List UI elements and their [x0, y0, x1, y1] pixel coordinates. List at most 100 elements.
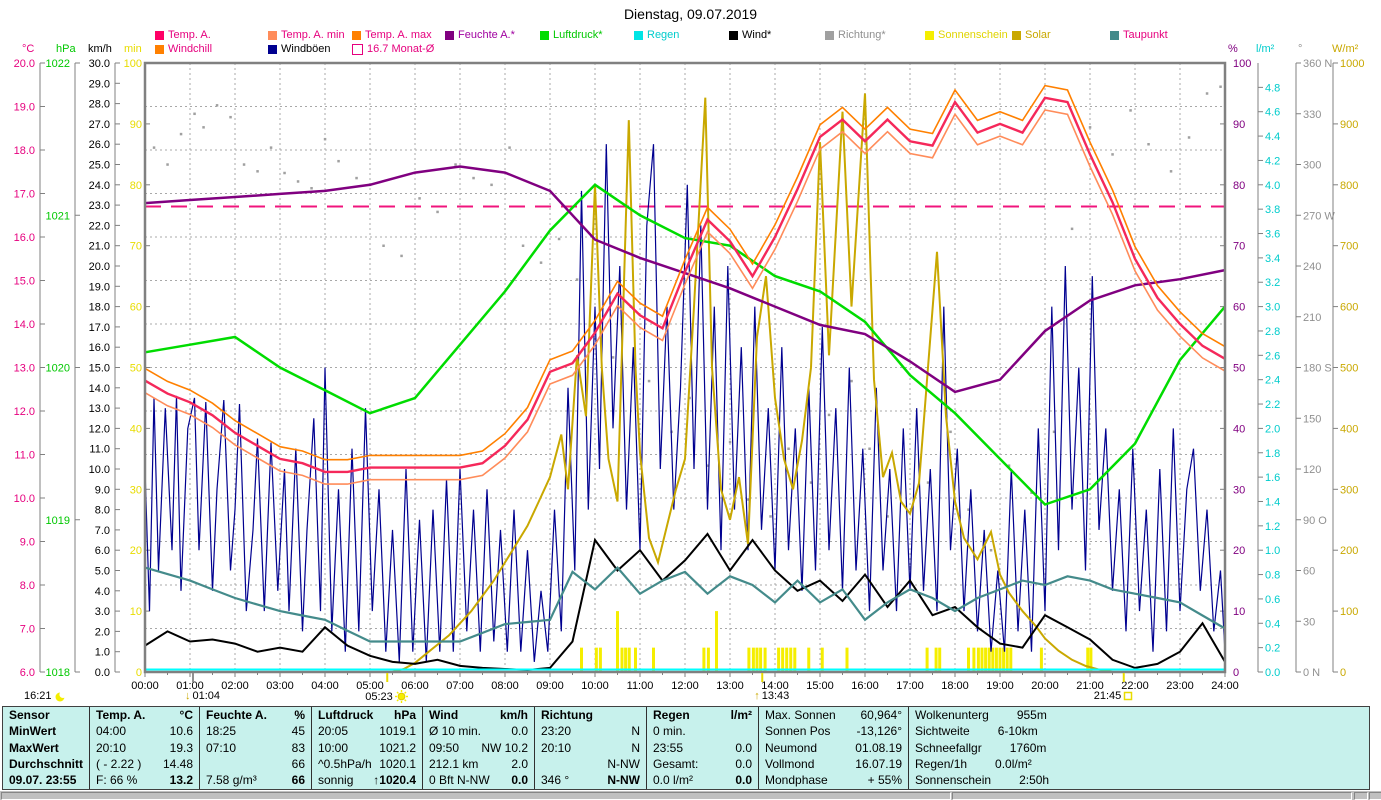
sunshine-bar — [1009, 647, 1013, 672]
axis-tick-label: 0 — [1340, 667, 1346, 679]
weather-chart: 6.0 7.0 8.0 9.0 10.0 11.0 12.0 13.0 14.0 15.0 16.0… — [14, 43, 1365, 692]
x-axis-label: 11:00 — [627, 680, 654, 692]
axis-tick-label: 14.0 — [89, 383, 110, 395]
axis-tick-label: 3.8 — [1265, 204, 1280, 216]
table-cell: -13,126° — [856, 724, 903, 739]
axis-tick-label: 3.0 — [1265, 302, 1280, 314]
axis-tick-label: 90 — [130, 119, 142, 131]
wind-direction-dot — [647, 379, 651, 383]
axis-tick-label: 0 — [1233, 667, 1239, 679]
table-cell: Luftdruck — [318, 707, 374, 722]
sunset-time-label: 21:45 — [1093, 690, 1122, 702]
table-row: Max. Sonnen 60,964° — [759, 707, 908, 723]
wind-direction-dot — [310, 186, 313, 190]
status-bar-segment — [952, 792, 1352, 800]
axis-tick-label: 900 — [1340, 119, 1358, 131]
axis-tick-label: 70 — [130, 241, 142, 253]
sunshine-bar — [793, 647, 797, 672]
table-row: Schneefallgr 1760m — [909, 740, 1361, 756]
table-cell: MinWert — [9, 724, 57, 739]
axis-tick-label: 11.0 — [14, 450, 35, 462]
axis-tick-label: 8.0 — [20, 580, 35, 592]
wind-direction-dot — [418, 197, 421, 200]
table-col-conditions: Wolkenunterg 955m Sichtweite 6-10km Schneefa… — [908, 707, 1361, 789]
sensor-summary-table: Sensor MinWert MaxWert Durchschnitt 09.07. 2… — [2, 706, 1370, 790]
table-cell: 1760m — [1009, 740, 1047, 755]
table-row: Ø 10 min. 0.0 — [423, 723, 534, 739]
x-axis-label: 10:00 — [581, 680, 609, 692]
sunshine-bar — [616, 611, 619, 672]
table-col-temp-a-: Temp. A. °C 04:00 10.6 20:10 19.3 ( - 2.22 ) 14… — [89, 707, 199, 789]
axis-tick-label: 7.0 — [95, 525, 110, 537]
moonrise-annotation: ↑ 13:43 — [754, 690, 789, 702]
table-cell: Sonnen Pos — [765, 724, 831, 739]
table-cell: Wind — [429, 707, 459, 722]
table-cell: Vollmond — [765, 756, 815, 771]
table-row: 10:00 1021.2 — [312, 740, 422, 756]
x-axis-label: 07:00 — [446, 680, 474, 692]
axis-tick-label: 13.0 — [89, 403, 110, 415]
sunshine-bar — [702, 647, 706, 672]
axis-tick-label: 30 — [1233, 484, 1245, 496]
table-col-wind: Wind km/h Ø 10 min. 0.0 09:50 NW 10.2 212.1 km… — [422, 707, 534, 789]
axis-tick-label: 15.0 — [89, 363, 110, 375]
table-cell: 16.07.19 — [855, 756, 902, 771]
wind-direction-dot — [296, 180, 300, 183]
x-axis-label: 03:00 — [266, 680, 294, 692]
table-row: 0 min. — [647, 723, 758, 739]
table-row: ( - 2.22 ) 14.48 — [90, 756, 199, 772]
axis-tick-label: 0.4 — [1265, 618, 1280, 630]
axis-tick-label: 150 — [1303, 413, 1321, 425]
table-cell: Durchschnitt — [9, 756, 84, 771]
sunshine-bar — [759, 647, 763, 672]
x-axis-label: 19:00 — [986, 680, 1014, 692]
axis-tick-label: 4.0 — [1265, 180, 1280, 192]
wind-direction-dot — [1111, 153, 1114, 156]
table-row: Regen/1h 0.0l/m² — [909, 756, 1361, 772]
sunshine-bar — [1039, 647, 1043, 672]
axis-tick-label: 1.2 — [1265, 521, 1280, 533]
wind-direction-dot — [1070, 227, 1074, 231]
table-cell: 60,964° — [860, 707, 902, 722]
wind-direction-dot — [382, 244, 385, 247]
axis-unit-label: ° — [1298, 43, 1302, 55]
sunshine-bar — [777, 647, 781, 672]
axis-unit-label: % — [1228, 43, 1238, 55]
axis-tick-label: 240 — [1303, 261, 1321, 273]
table-cell: 83 — [291, 740, 305, 755]
axis-tick-label: 1.4 — [1265, 496, 1280, 508]
table-row: 66 — [200, 756, 311, 772]
axis-tick-label: 200 — [1340, 545, 1358, 557]
sunset-annotation: 21:45 — [1094, 690, 1134, 702]
moon-time-label: 16:21 — [24, 690, 52, 702]
table-row: 20:10 19.3 — [90, 740, 199, 756]
axis-unit-label: min — [124, 43, 142, 55]
table-cell: Wolkenunterg — [915, 707, 989, 722]
axis-tick-label: 12.0 — [14, 406, 35, 418]
table-row-header: MaxWert — [3, 740, 89, 756]
axis-tick-label: 9.0 — [20, 537, 35, 549]
x-axis-label: 18:00 — [941, 680, 969, 692]
wind-direction-dot — [611, 356, 615, 359]
axis-tick-label: 180 S — [1303, 363, 1332, 375]
table-row: sonnig ↑1020.4 — [312, 773, 422, 789]
sunshine-bar — [934, 647, 938, 672]
table-cell: 20:10 — [96, 740, 127, 755]
sunshine-bar — [747, 647, 751, 672]
wind-direction-dot — [1169, 170, 1173, 173]
axis-tick-label: 3.0 — [95, 606, 110, 618]
wind-direction-dot — [229, 115, 232, 119]
wind-direction-dot — [193, 112, 196, 116]
axis-tick-label: 0.2 — [1265, 643, 1280, 655]
table-col-regen: Regen l/m² 0 min. 23:55 0.0 Gesamt: 0.0 0.0 l/m… — [646, 707, 758, 789]
wind-direction-dot — [728, 440, 732, 444]
axis-tick-label: 2.8 — [1265, 326, 1280, 338]
x-axis-label: 00:00 — [131, 680, 159, 692]
table-cell: 0.0 l/m² — [653, 773, 694, 788]
axis-tick-label: 1.8 — [1265, 448, 1280, 460]
axis-tick-label: 100 — [1340, 606, 1358, 618]
axis-tick-label: 29.0 — [89, 78, 110, 90]
table-cell: 14.48 — [162, 756, 193, 771]
axis-tick-label: 600 — [1340, 302, 1358, 314]
wind-direction-dot — [949, 430, 952, 434]
